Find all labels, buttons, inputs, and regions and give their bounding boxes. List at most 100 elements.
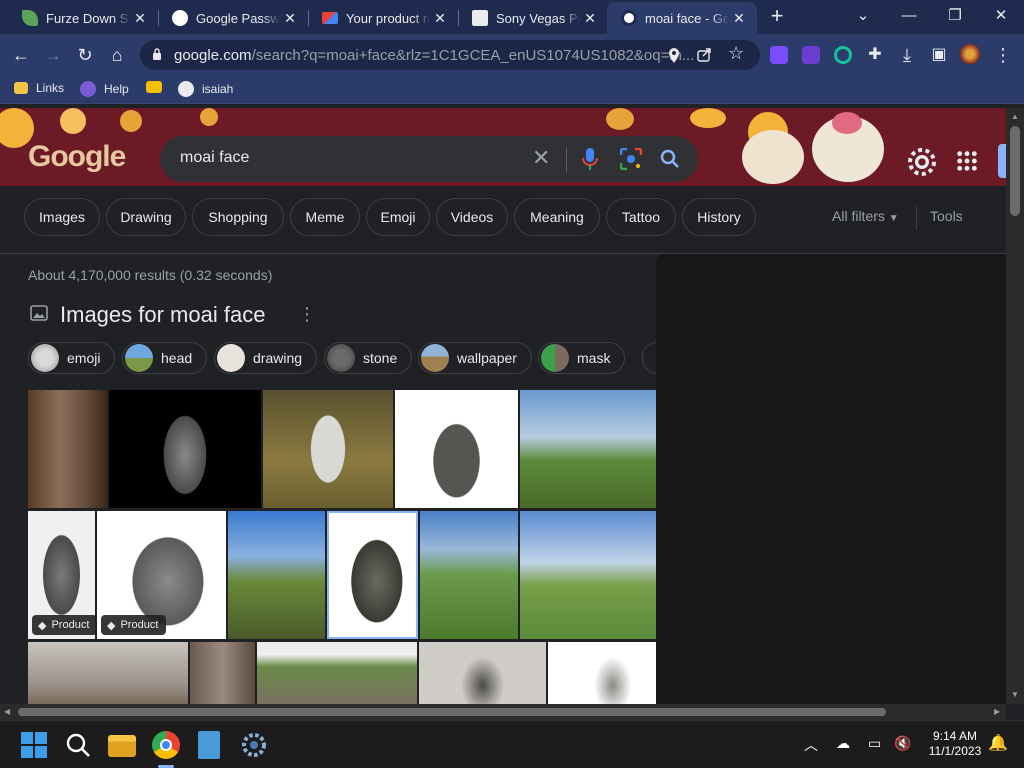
settings-gear-icon[interactable] [906,146,938,178]
clear-search-icon[interactable]: ✕ [532,145,550,171]
minimize-button[interactable]: — [886,4,932,28]
close-window-button[interactable]: ✕ [978,4,1024,28]
notification-bell-icon[interactable]: 🔔 [988,733,1008,753]
filter-chip-meme[interactable]: Meme [290,198,360,236]
settings-gear-icon[interactable] [240,731,268,759]
bookmark-isaiah[interactable]: isaiah [178,81,233,97]
display-icon[interactable]: ▭ [868,735,881,752]
back-arrow-icon[interactable]: ← [8,42,34,68]
close-icon[interactable]: ✕ [130,10,150,27]
network-cloud-icon[interactable]: ☁ [836,735,850,752]
scroll-left-icon[interactable]: ◀ [4,707,10,716]
image-result[interactable] [419,642,546,704]
image-result[interactable] [520,511,656,639]
notepad-icon[interactable] [198,731,220,759]
filter-chip-images[interactable]: Images [24,198,100,236]
forward-arrow-icon[interactable]: → [40,42,66,68]
vertical-scrollbar[interactable]: ▲ ▼ [1006,108,1024,704]
tab-search-chevron-icon[interactable]: ⌄ [840,4,886,28]
search-icon[interactable] [64,731,92,759]
chrome-icon[interactable] [152,731,180,759]
image-result[interactable] [548,642,656,704]
filter-chip-history[interactable]: History [682,198,756,236]
reload-icon[interactable]: ↻ [72,42,98,68]
avatar[interactable] [960,44,980,64]
windows-start-icon[interactable] [20,731,48,759]
close-icon[interactable]: ✕ [729,10,749,27]
image-result[interactable] [420,511,518,639]
horizontal-scrollbar[interactable]: ◀ ▶ [0,704,1006,720]
clock[interactable]: 9:14 AM 11/1/2023 [920,729,990,759]
side-panel-icon[interactable]: ▣ [926,42,952,68]
tab-moai-face-active[interactable]: moai face - Google Search ✕ [607,2,757,34]
refine-chip-head[interactable]: head [122,342,208,374]
tab-sony-vegas[interactable]: Sony Vegas Pro ✕ [458,4,608,32]
image-result[interactable] [28,642,188,704]
image-result[interactable] [28,390,107,508]
image-result[interactable] [257,642,417,704]
bookmark-app[interactable] [146,81,170,93]
account-indicator[interactable] [998,144,1006,178]
scroll-down-icon[interactable]: ▼ [1011,690,1019,699]
scrollbar-thumb[interactable] [18,708,886,716]
scroll-up-icon[interactable]: ▲ [1011,112,1019,121]
images-heading[interactable]: Images for moai face [60,302,265,328]
refine-chip-mask[interactable]: mask [538,342,626,374]
filter-chip-videos[interactable]: Videos [436,198,508,236]
image-result[interactable] [190,642,255,704]
image-result[interactable] [520,390,656,508]
camera-lens-icon[interactable] [620,148,642,170]
location-pin-icon[interactable] [668,48,680,63]
image-result[interactable] [109,390,261,508]
image-result[interactable] [395,390,518,508]
restore-button[interactable]: ❐ [932,4,978,28]
extension-tw-icon[interactable] [802,46,820,64]
image-result[interactable]: ◆ Product [97,511,226,639]
menu-kebab-icon[interactable]: ⋮ [990,42,1016,68]
home-icon[interactable]: ⌂ [104,42,130,68]
close-icon[interactable]: ✕ [430,10,450,27]
share-icon[interactable] [696,47,712,63]
scroll-right-icon[interactable]: ▶ [994,707,1000,716]
bookmark-links[interactable]: Links [14,81,64,95]
search-icon[interactable] [660,149,680,169]
download-icon[interactable]: ⤓ [894,42,920,68]
close-icon[interactable]: ✕ [280,10,300,27]
bookmark-star-icon[interactable]: ☆ [728,43,744,64]
scrollbar-thumb[interactable] [1010,126,1020,216]
tab-gmail[interactable]: Your product review ✕ [308,4,458,32]
search-input[interactable]: moai face [180,149,249,167]
filter-chip-shopping[interactable]: Shopping [192,198,284,236]
image-result[interactable] [263,390,393,508]
filter-chip-emoji[interactable]: Emoji [366,198,430,236]
google-doodle-logo[interactable]: Google [28,140,126,174]
puzzle-extensions-icon[interactable]: ✚ [862,42,888,68]
tools-button[interactable]: Tools [930,208,963,224]
file-explorer-icon[interactable] [108,735,136,757]
image-result-selected[interactable] [327,511,418,639]
address-bar[interactable]: google.com/search?q=moai+face&rlz=1C1GCE… [140,40,760,70]
more-options-kebab-icon[interactable]: ⋮ [298,304,316,325]
chevron-up-icon[interactable]: ︿ [804,735,818,755]
filter-chip-meaning[interactable]: Meaning [514,198,600,236]
image-result[interactable] [228,511,325,639]
image-result[interactable]: ◆ Product [28,511,95,639]
google-apps-grid-icon[interactable] [956,150,978,172]
new-tab-button[interactable]: + [764,4,790,30]
tab-furze-down[interactable]: Furze Down School ✕ [8,4,158,32]
bookmark-help[interactable]: Help [80,81,129,97]
microphone-icon[interactable] [582,148,598,170]
refine-chip-wallpaper[interactable]: wallpaper [418,342,532,374]
close-icon[interactable]: ✕ [580,10,600,27]
all-filters-button[interactable]: All filters ▼ [832,208,899,224]
speaker-muted-icon[interactable]: 🔇 [894,735,911,752]
extension-purple-icon[interactable] [770,46,788,64]
filter-chip-tattoo[interactable]: Tattoo [606,198,676,236]
refine-chip-drawing[interactable]: drawing [214,342,318,374]
refine-chip-stone[interactable]: stone [324,342,413,374]
tab-password-manager[interactable]: Google Password Manager ✕ [158,4,308,32]
filter-chip-drawing[interactable]: Drawing [106,198,186,236]
extension-circle-icon[interactable] [834,46,852,64]
refine-chip-emoji[interactable]: emoji [28,342,116,374]
search-box[interactable]: moai face ✕ [160,136,698,182]
